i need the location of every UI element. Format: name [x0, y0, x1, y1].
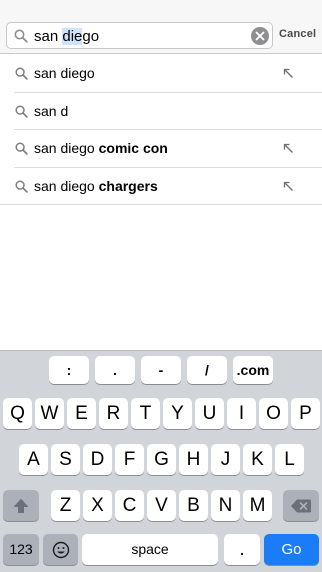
key-w[interactable]: W [35, 398, 64, 429]
suggestion-label: san diego chargers [34, 177, 158, 194]
search-icon [15, 179, 28, 193]
fill-in-arrow-icon[interactable] [283, 143, 294, 154]
key-period[interactable]: . [95, 356, 135, 384]
key-b[interactable]: B [179, 490, 208, 521]
key-s[interactable]: S [51, 444, 80, 475]
key-v[interactable]: V [147, 490, 176, 521]
suggestion-list: san diego san d san diego comic con san … [0, 55, 322, 205]
key-i[interactable]: I [227, 398, 256, 429]
close-icon [255, 31, 265, 41]
shift-key[interactable] [3, 490, 39, 521]
suggestion-label: san diego [34, 65, 95, 81]
search-icon [15, 142, 28, 155]
key-h[interactable]: H [179, 444, 208, 475]
search-icon [14, 29, 28, 43]
key-u[interactable]: U [195, 398, 224, 429]
key-g[interactable]: G [147, 444, 176, 475]
key-c[interactable]: C [115, 490, 144, 521]
search-icon [15, 104, 28, 118]
key-r[interactable]: R [99, 398, 128, 429]
key-p[interactable]: P [291, 398, 320, 429]
suggestion-item[interactable]: san diego [0, 55, 322, 93]
keyboard: : . - / .com Q W E R T Y U I O P A S D F… [0, 350, 322, 572]
backspace-icon [291, 499, 311, 512]
key-f[interactable]: F [115, 444, 144, 475]
key-x[interactable]: X [83, 490, 112, 521]
key-m[interactable]: M [243, 490, 272, 521]
divider [0, 204, 322, 205]
shift-icon [14, 498, 28, 513]
selected-text: die [62, 28, 83, 45]
delete-key[interactable] [283, 490, 319, 521]
key-y[interactable]: Y [163, 398, 192, 429]
space-key[interactable]: space [82, 534, 218, 565]
key-l[interactable]: L [275, 444, 304, 475]
key-hyphen[interactable]: - [141, 356, 181, 384]
search-input-text[interactable]: san diego [34, 28, 99, 45]
key-colon[interactable]: : [49, 356, 89, 384]
search-bar: san diego Cancel [0, 0, 322, 54]
key-e[interactable]: E [67, 398, 96, 429]
numbers-key[interactable]: 123 [3, 534, 39, 565]
fill-in-arrow-icon[interactable] [283, 181, 294, 192]
suggestion-item[interactable]: san diego chargers [0, 168, 322, 205]
key-k[interactable]: K [243, 444, 272, 475]
key-j[interactable]: J [211, 444, 240, 475]
key-t[interactable]: T [131, 398, 160, 429]
key-o[interactable]: O [259, 398, 288, 429]
key-q[interactable]: Q [3, 398, 32, 429]
emoji-key[interactable] [43, 534, 78, 565]
search-icon [15, 67, 28, 80]
key-d[interactable]: D [83, 444, 112, 475]
suggestion-item[interactable]: san diego comic con [0, 130, 322, 168]
key-z[interactable]: Z [51, 490, 80, 521]
go-key[interactable]: Go [264, 534, 319, 565]
key-slash[interactable]: / [187, 356, 227, 384]
suggestion-label: san d [34, 102, 69, 119]
key-a[interactable]: A [19, 444, 48, 475]
emoji-icon [52, 541, 69, 558]
suggestion-label: san diego comic con [34, 140, 168, 156]
dot-key[interactable]: . [224, 534, 260, 565]
fill-in-arrow-icon[interactable] [283, 68, 294, 79]
key-n[interactable]: N [211, 490, 240, 521]
key-dot-com[interactable]: .com [233, 356, 273, 384]
clear-text-button[interactable] [251, 27, 269, 45]
search-field[interactable]: san diego [6, 22, 273, 49]
cancel-button[interactable]: Cancel [279, 28, 316, 40]
suggestion-item[interactable]: san d [0, 93, 322, 130]
